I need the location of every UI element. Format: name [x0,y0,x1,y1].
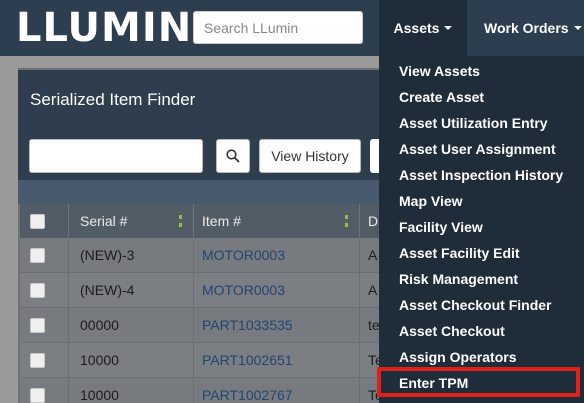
column-header-item[interactable]: Item # [202,204,241,238]
serial-cell: 10000 [80,387,119,403]
finder-search-input[interactable] [29,139,203,173]
menu-item-asset-inspection-history[interactable]: Asset Inspection History [379,162,584,188]
serial-cell: 00000 [80,317,119,333]
description-cell: A [368,282,378,298]
global-search-input[interactable] [193,11,363,44]
column-resize-handle[interactable] [179,215,182,227]
column-header-serial[interactable]: Serial # [80,204,127,238]
description-cell: A [368,247,378,263]
assets-dropdown-menu: View Assets Create Asset Asset Utilizati… [379,56,584,403]
column-separator [193,204,194,238]
cell-separator [68,308,69,343]
menu-item-asset-facility-edit[interactable]: Asset Facility Edit [379,240,584,266]
description-cell: te [368,317,380,333]
cell-separator [68,238,69,273]
menu-item-map-view[interactable]: Map View [379,188,584,214]
finder-search-button[interactable] [216,139,250,173]
serial-cell: (NEW)-4 [80,282,135,298]
caret-down-icon [573,26,582,30]
menu-item-risk-management[interactable]: Risk Management [379,266,584,292]
cell-separator [359,378,360,403]
item-link[interactable]: MOTOR0003 [202,273,285,307]
item-link[interactable]: PART1033535 [202,308,293,342]
nav-work-orders-label: Work Orders [484,20,569,36]
row-checkbox[interactable] [30,353,45,368]
menu-item-create-asset[interactable]: Create Asset [379,84,584,110]
caret-down-icon [444,26,453,30]
cell-separator [193,273,194,308]
cell-separator [193,343,194,378]
view-history-button[interactable]: View History [259,139,361,173]
cell-separator [359,308,360,343]
cell-separator [68,378,69,403]
serial-cell: 10000 [80,352,119,368]
row-checkbox[interactable] [30,388,45,403]
cell-separator [193,308,194,343]
cell-separator [68,343,69,378]
item-link[interactable]: PART1002651 [202,343,293,377]
llumin-logo[interactable]: LLUMIN [16,5,193,51]
nav-assets-menu[interactable]: Assets [379,0,467,56]
logo-text: LLUMIN [16,5,193,51]
menu-item-facility-view[interactable]: Facility View [379,214,584,240]
cell-separator [68,273,69,308]
search-icon [226,149,240,163]
cell-separator [359,343,360,378]
highlight-box [377,367,580,397]
app-page: Serialized Item Finder View History Seri… [0,0,584,403]
cell-separator [359,238,360,273]
nav-work-orders-menu[interactable]: Work Orders [470,0,584,56]
serial-cell: (NEW)-3 [80,247,135,263]
column-separator [359,204,360,238]
row-checkbox[interactable] [30,318,45,333]
cell-separator [359,273,360,308]
menu-item-asset-user-assignment[interactable]: Asset User Assignment [379,136,584,162]
row-checkbox[interactable] [30,283,45,298]
menu-item-view-assets[interactable]: View Assets [379,58,584,84]
cell-separator [193,378,194,403]
item-link[interactable]: MOTOR0003 [202,238,285,272]
panel-title: Serialized Item Finder [30,90,196,109]
column-separator [68,204,69,238]
select-all-checkbox[interactable] [30,214,45,229]
row-checkbox[interactable] [30,248,45,263]
menu-item-asset-checkout-finder[interactable]: Asset Checkout Finder [379,292,584,318]
nav-assets-label: Assets [393,20,440,36]
menu-item-asset-utilization-entry[interactable]: Asset Utilization Entry [379,110,584,136]
cell-separator [193,238,194,273]
column-resize-handle[interactable] [345,215,348,227]
menu-item-asset-checkout[interactable]: Asset Checkout [379,318,584,344]
column-header-description[interactable]: D [368,204,378,238]
item-link[interactable]: PART1002767 [202,378,293,403]
